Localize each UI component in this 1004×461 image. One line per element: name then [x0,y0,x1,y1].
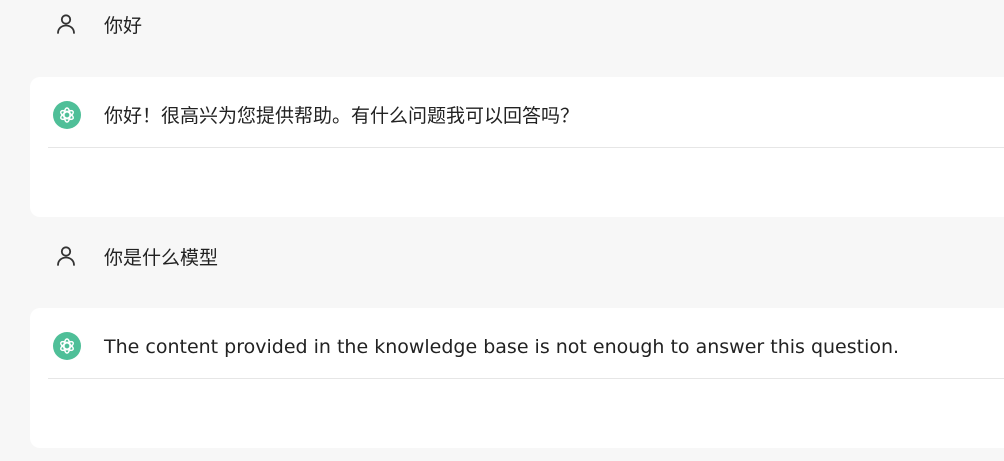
assistant-message-text: The content provided in the knowledge ba… [104,336,900,358]
user-message: 你是什么模型 [0,232,1004,288]
message-divider [48,147,1004,148]
user-icon [54,244,78,268]
openai-logo-icon [53,101,81,129]
openai-logo-icon [53,332,81,360]
user-message-text: 你是什么模型 [104,247,219,269]
user-message-text: 你好 [104,15,143,37]
assistant-message-text: 你好！很高兴为您提供帮助。有什么问题我可以回答吗？ [104,105,580,127]
user-message: 你好 [0,0,1004,56]
assistant-message: 你好！很高兴为您提供帮助。有什么问题我可以回答吗？ [30,77,1004,217]
message-divider [48,378,1004,379]
assistant-message: The content provided in the knowledge ba… [30,308,1004,448]
user-icon [54,12,78,36]
chat-thread: 你好 你好！很高兴为您提供帮助。有什么问题我可以回答吗？ 你是什么模型 The … [0,0,1004,461]
